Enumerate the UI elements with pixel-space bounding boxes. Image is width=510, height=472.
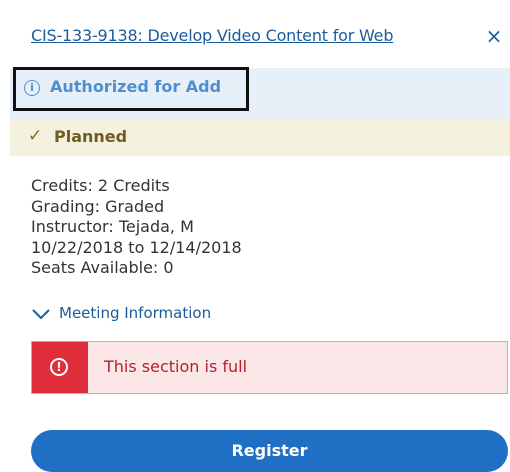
chevron-down-icon — [32, 309, 50, 320]
planned-label: Planned — [54, 127, 128, 146]
check-icon: ✓ — [28, 126, 43, 146]
date-range-text: 10/22/2018 to 12/14/2018 — [31, 237, 242, 257]
instructor-text: Instructor: Tejada, M — [31, 217, 194, 236]
alert-stripe: ! — [32, 342, 88, 393]
section-details: Credits: 2 Credits Grading: Graded Instr… — [31, 176, 242, 279]
seats-available-text: Seats Available: 0 — [31, 258, 174, 277]
authorization-banner: i Authorized for Add — [10, 67, 510, 120]
planned-status-bar: ✓ Planned — [10, 120, 510, 156]
alert-message: This section is full — [104, 357, 248, 376]
section-full-alert: ! This section is full — [31, 341, 508, 394]
close-icon[interactable]: × — [482, 24, 506, 48]
meeting-information-label[interactable]: Meeting Information — [59, 304, 211, 322]
course-header: CIS-133-9138: Develop Video Content for … — [0, 0, 510, 68]
course-title-link[interactable]: CIS-133-9138: Develop Video Content for … — [31, 26, 393, 45]
info-icon: i — [24, 80, 40, 96]
authorization-label: Authorized for Add — [50, 77, 222, 96]
credits-text: Credits: 2 Credits — [31, 176, 170, 195]
grading-text: Grading: Graded — [31, 196, 165, 216]
register-button[interactable]: Register — [31, 430, 508, 472]
exclamation-circle-icon: ! — [50, 358, 68, 376]
